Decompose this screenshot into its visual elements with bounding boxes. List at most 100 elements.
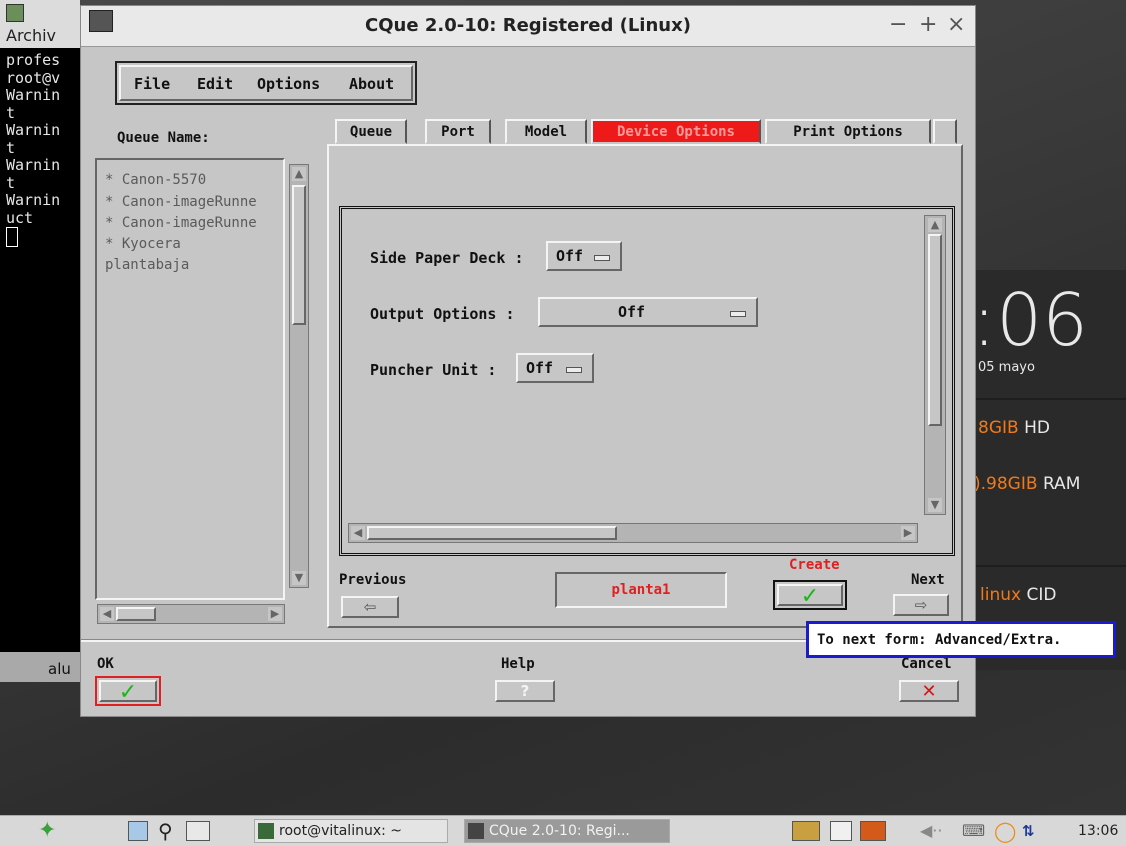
desktop-distro-suffix: CID [1026, 585, 1057, 605]
desktop-hd: 8GIB HD [978, 418, 1050, 438]
puncher-unit-select[interactable]: Off [516, 353, 594, 383]
desktop-ram-label: RAM [1042, 474, 1081, 494]
checkmark-icon: ✓ [118, 680, 138, 705]
arrow-left-icon: ⇦ [363, 598, 377, 616]
tray-app-icon[interactable] [792, 821, 820, 841]
cancel-button[interactable]: ✕ [899, 680, 959, 702]
scroll-down-icon[interactable]: ▼ [928, 498, 942, 512]
desktop-ram: ).98GIB RAM [974, 474, 1080, 494]
queue-vertical-scrollbar[interactable]: ▲ ▼ [289, 164, 309, 588]
volume-icon[interactable]: ◀·· [920, 818, 942, 844]
queue-name-field[interactable]: planta1 [555, 572, 727, 608]
side-paper-deck-label: Side Paper Deck : [370, 249, 524, 267]
desktop-distro: linux CID [980, 585, 1056, 605]
terminal-menubar: Archiv [0, 0, 80, 48]
desktop-hd-label: HD [1024, 418, 1050, 438]
option-menu-icon [594, 255, 610, 261]
queue-name-label: Queue Name: [117, 130, 210, 146]
show-desktop-icon[interactable] [186, 821, 210, 841]
maximize-icon[interactable]: + [919, 12, 937, 37]
file-manager-icon[interactable] [128, 821, 148, 841]
output-options-select[interactable]: Off [538, 297, 758, 327]
list-item[interactable]: * Canon-imageRunne [105, 215, 285, 231]
next-button[interactable]: ⇨ [893, 594, 949, 616]
list-item[interactable]: * Canon-imageRunne [105, 194, 285, 210]
hscroll-thumb[interactable] [367, 526, 617, 540]
question-icon: ? [520, 682, 530, 700]
tab-device-options[interactable]: Device Options [591, 119, 761, 144]
close-icon[interactable]: × [947, 12, 965, 37]
keyboard-icon[interactable]: ⌨ [962, 818, 985, 844]
window-title: CQue 2.0-10: Registered (Linux) [365, 15, 691, 36]
side-paper-deck-select[interactable]: Off [546, 241, 622, 271]
desktop-hd-value: 8GIB [978, 418, 1019, 438]
queue-horizontal-scrollbar[interactable]: ◀ ▶ [97, 604, 285, 624]
taskbar-cque[interactable]: CQue 2.0-10: Regi... [464, 819, 670, 843]
terminal-icon [6, 4, 24, 22]
terminal-cursor [6, 227, 18, 247]
scroll-right-icon[interactable]: ▶ [268, 607, 282, 621]
desktop-distro-name: linux [980, 585, 1022, 605]
terminal-menu-archivo[interactable]: Archiv [6, 26, 56, 45]
list-item[interactable]: * Canon-5570 [105, 172, 285, 188]
cancel-label: Cancel [901, 656, 952, 672]
background-terminal[interactable]: Archiv profes root@v Warnin t Warnin t W… [0, 0, 80, 660]
options-frame: Side Paper Deck : Off Output Options : O… [339, 206, 955, 556]
scroll-up-icon[interactable]: ▲ [292, 167, 306, 181]
help-button[interactable]: ? [495, 680, 555, 702]
terminal-icon [258, 823, 274, 839]
option-menu-icon [730, 311, 746, 317]
scroll-left-icon[interactable]: ◀ [351, 526, 365, 540]
checkmark-icon: ✓ [800, 584, 820, 609]
menu-bar: File Edit Options About [115, 61, 417, 105]
minimize-icon[interactable]: − [889, 12, 907, 37]
next-label: Next [911, 572, 945, 588]
previous-label: Previous [339, 572, 407, 588]
options-horizontal-scrollbar[interactable]: ◀ ▶ [348, 523, 918, 543]
menu-edit[interactable]: Edit [197, 75, 233, 93]
menu-options[interactable]: Options [257, 75, 320, 93]
scroll-thumb[interactable] [292, 185, 306, 325]
option-menu-icon [566, 367, 582, 373]
help-label: Help [501, 656, 535, 672]
queue-listbox[interactable]: * Canon-5570 * Canon-imageRunne * Canon-… [95, 158, 285, 600]
hscroll-thumb[interactable] [116, 607, 156, 621]
scroll-thumb[interactable] [928, 234, 942, 426]
arrow-right-icon: ⇨ [914, 596, 928, 614]
ok-label: OK [97, 656, 114, 672]
tab-overflow[interactable] [933, 119, 957, 144]
updates-icon[interactable]: ◯ [994, 818, 1016, 844]
firefox-icon[interactable] [860, 821, 886, 841]
tab-queue[interactable]: Queue [335, 119, 407, 144]
menu-file[interactable]: File [134, 75, 170, 93]
tab-print-options[interactable]: Print Options [765, 119, 931, 144]
search-icon[interactable]: ⚲ [158, 818, 173, 844]
next-tooltip: To next form: Advanced/Extra. [806, 621, 1116, 658]
create-button[interactable]: ✓ [773, 580, 847, 610]
tab-port[interactable]: Port [425, 119, 491, 144]
taskbar: ✦ ⚲ root@vitalinux: ~ CQue 2.0-10: Regi.… [0, 815, 1126, 846]
queue-list: * Canon-5570 * Canon-imageRunne * Canon-… [95, 158, 313, 626]
network-icon[interactable]: ⇅ [1022, 818, 1035, 844]
window-titlebar[interactable]: CQue 2.0-10: Registered (Linux) − + × [81, 6, 975, 47]
scroll-up-icon[interactable]: ▲ [928, 218, 942, 232]
desktop-date: 05 mayo [978, 360, 1035, 375]
menu-about[interactable]: About [349, 75, 394, 93]
tray-document-icon[interactable] [830, 821, 852, 841]
scroll-left-icon[interactable]: ◀ [100, 607, 114, 621]
list-item[interactable]: * Kyocera [105, 236, 285, 252]
x-icon: ✕ [921, 681, 937, 702]
taskbar-clock[interactable]: 13:06 [1078, 818, 1118, 844]
taskbar-terminal[interactable]: root@vitalinux: ~ [254, 819, 448, 843]
output-options-label: Output Options : [370, 305, 515, 323]
previous-button[interactable]: ⇦ [341, 596, 399, 618]
ok-button[interactable]: ✓ [95, 676, 161, 706]
list-item[interactable]: plantabaja [105, 257, 285, 273]
scroll-down-icon[interactable]: ▼ [292, 571, 306, 585]
app-menu-icon[interactable]: ✦ [38, 818, 56, 844]
terminal-output: profes root@v Warnin t Warnin t Warnin t… [6, 51, 60, 247]
desktop-ram-value: ).98GIB [974, 474, 1038, 494]
scroll-right-icon[interactable]: ▶ [901, 526, 915, 540]
options-vertical-scrollbar[interactable]: ▲ ▼ [924, 215, 946, 515]
tab-model[interactable]: Model [505, 119, 587, 144]
